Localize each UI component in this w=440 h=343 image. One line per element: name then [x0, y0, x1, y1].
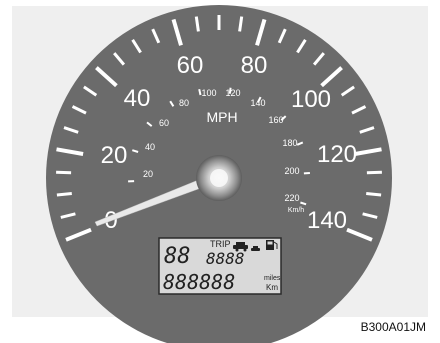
lcd-unit-miles: miles	[264, 275, 281, 282]
kmh-tick	[198, 88, 202, 96]
mph-minor-tick	[194, 16, 200, 32]
mph-label-40: 40	[124, 85, 151, 112]
kmh-label-60: 60	[159, 118, 169, 128]
mph-unit-label: MPH	[206, 109, 237, 125]
mph-label-60: 60	[177, 52, 204, 79]
kmh-label-40: 40	[145, 142, 155, 152]
kmh-label-200: 200	[284, 166, 299, 176]
lcd-unit-km: Km	[266, 283, 278, 292]
kmh-label-20: 20	[143, 169, 153, 179]
mph-label-140: 140	[307, 207, 347, 234]
mph-minor-tick	[56, 192, 72, 197]
kmh-label-140: 140	[250, 98, 265, 108]
mph-label-80: 80	[241, 52, 268, 79]
mph-minor-tick	[238, 16, 244, 32]
kmh-label-100: 100	[201, 88, 216, 98]
mph-minor-tick	[56, 170, 72, 175]
lcd-odometer-digits: 888888	[163, 270, 235, 294]
kmh-label-220: 220	[284, 193, 299, 203]
mph-minor-tick	[366, 170, 382, 175]
mph-label-120: 120	[317, 141, 357, 168]
kmh-label-160: 160	[268, 115, 283, 125]
lcd-trip-digits: 8888	[206, 249, 245, 268]
figure-code-caption: B300A01JM	[360, 320, 426, 334]
mph-label-20: 20	[101, 142, 128, 169]
lcd-gear-digits: 88	[164, 244, 191, 269]
mph-label-100: 100	[291, 86, 331, 113]
speedometer-gauge: 0 20 40 60 80 100 120 140 20 40 60 80 10…	[46, 5, 392, 343]
lcd-trip-label: TRIP	[210, 239, 231, 249]
kmh-label-80: 80	[179, 98, 189, 108]
needle-hub-center	[210, 169, 228, 187]
kmh-label-180: 180	[282, 138, 297, 148]
kmh-label-120: 120	[225, 88, 240, 98]
mph-minor-tick	[366, 192, 382, 197]
kmh-unit-label: Km/h	[288, 207, 304, 214]
